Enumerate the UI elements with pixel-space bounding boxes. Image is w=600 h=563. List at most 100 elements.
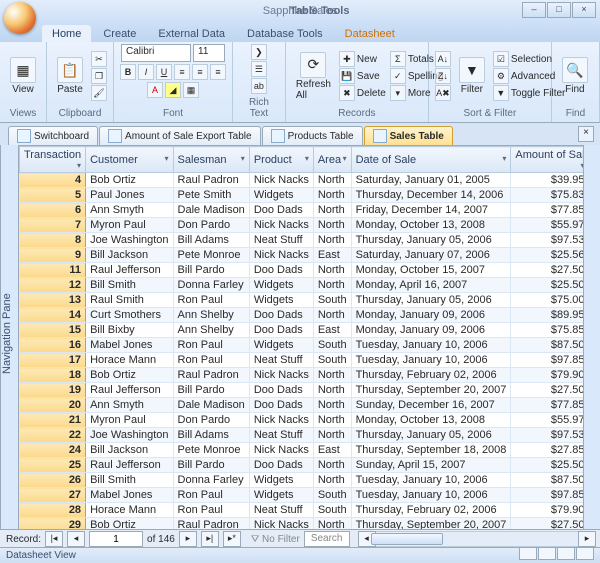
indent-button[interactable]: ❯ (251, 44, 267, 60)
cell[interactable]: Bill Pardo (173, 263, 249, 278)
delete-record-button[interactable]: ✖Delete (339, 85, 386, 101)
refresh-button[interactable]: ⟳Refresh All (292, 50, 335, 103)
record-number-input[interactable] (89, 531, 143, 547)
new-record-button[interactable]: ✚New (339, 51, 386, 67)
save-record-button[interactable]: 💾Save (339, 68, 386, 84)
cell[interactable]: Doo Dads (249, 263, 313, 278)
cell[interactable]: Ann Shelby (173, 308, 249, 323)
cell[interactable]: Thursday, January 05, 2006 (351, 293, 511, 308)
column-header[interactable]: Transaction▾ (20, 147, 86, 173)
cell[interactable]: Curt Smothers (86, 308, 173, 323)
cell[interactable]: North (313, 188, 351, 203)
cell[interactable]: Bill Jackson (86, 248, 173, 263)
cell[interactable]: Ron Paul (173, 293, 249, 308)
table-row[interactable]: 19Raul JeffersonBill PardoDoo DadsNorthT… (20, 383, 585, 398)
cell[interactable]: Doo Dads (249, 308, 313, 323)
cell[interactable]: 14 (20, 308, 86, 323)
column-header[interactable]: Salesman▾ (173, 147, 249, 173)
cell[interactable]: $79.90 (511, 368, 584, 383)
cell[interactable]: 22 (20, 428, 86, 443)
prev-record-button[interactable]: ◂ (67, 531, 85, 547)
cell[interactable]: Ann Smyth (86, 398, 173, 413)
table-row[interactable]: 18Bob OrtizRaul PadronNick NacksNorthThu… (20, 368, 585, 383)
table-row[interactable]: 5Paul JonesPete SmithWidgetsNorthThursda… (20, 188, 585, 203)
cell[interactable]: $55.97 (511, 218, 584, 233)
cell[interactable]: Thursday, January 05, 2006 (351, 233, 511, 248)
font-name-select[interactable]: Calibri (121, 44, 191, 62)
doc-tab-switchboard[interactable]: Switchboard (8, 126, 98, 145)
cell[interactable]: Horace Mann (86, 353, 173, 368)
cell[interactable]: Neat Stuff (249, 353, 313, 368)
cell[interactable]: Widgets (249, 278, 313, 293)
cell[interactable]: $75.85 (511, 323, 584, 338)
cell[interactable]: 7 (20, 218, 86, 233)
cell[interactable]: North (313, 413, 351, 428)
ribbon-tab-create[interactable]: Create (93, 25, 146, 42)
cell[interactable]: 17 (20, 353, 86, 368)
cell[interactable]: Bill Adams (173, 428, 249, 443)
format-painter-icon[interactable]: 🖌 (91, 85, 107, 101)
cell[interactable]: Nick Nacks (249, 248, 313, 263)
ribbon-tab-home[interactable]: Home (42, 25, 91, 42)
sort-asc-button[interactable]: A↓ (435, 51, 451, 67)
filter-button[interactable]: ▼Filter (455, 55, 489, 97)
vertical-scrollbar[interactable] (583, 145, 600, 530)
cell[interactable]: Saturday, January 01, 2005 (351, 173, 511, 188)
cell[interactable]: $75.00 (511, 293, 584, 308)
cell[interactable]: North (313, 203, 351, 218)
cell[interactable]: Neat Stuff (249, 233, 313, 248)
doc-tab-amount-of-sale-export-table[interactable]: Amount of Sale Export Table (99, 126, 261, 145)
cell[interactable]: Bob Ortiz (86, 173, 173, 188)
table-row[interactable]: 11Raul JeffersonBill PardoDoo DadsNorthM… (20, 263, 585, 278)
cell[interactable]: North (313, 173, 351, 188)
cell[interactable]: Nick Nacks (249, 443, 313, 458)
cell[interactable]: Saturday, January 07, 2006 (351, 248, 511, 263)
list-button[interactable]: ☰ (251, 61, 267, 77)
cell[interactable]: $25.56 (511, 248, 584, 263)
cell[interactable]: 5 (20, 188, 86, 203)
cell[interactable]: Doo Dads (249, 398, 313, 413)
cell[interactable]: North (313, 218, 351, 233)
table-row[interactable]: 26Bill SmithDonna FarleyWidgetsNorthTues… (20, 473, 585, 488)
cell[interactable]: $27.85 (511, 443, 584, 458)
cell[interactable]: Tuesday, January 10, 2006 (351, 353, 511, 368)
cell[interactable]: Monday, April 16, 2007 (351, 278, 511, 293)
cell[interactable]: Monday, October 13, 2008 (351, 218, 511, 233)
cell[interactable]: Don Pardo (173, 218, 249, 233)
cell[interactable]: North (313, 233, 351, 248)
cell[interactable]: Bill Jackson (86, 443, 173, 458)
cell[interactable]: Sunday, December 16, 2007 (351, 398, 511, 413)
cell[interactable]: Ann Shelby (173, 323, 249, 338)
cell[interactable]: $25.50 (511, 278, 584, 293)
cell[interactable]: Monday, January 09, 2006 (351, 308, 511, 323)
ribbon-tab-datasheet[interactable]: Datasheet (335, 25, 405, 42)
view-switcher[interactable] (518, 547, 594, 563)
cell[interactable]: Thursday, December 14, 2006 (351, 188, 511, 203)
cell[interactable]: 28 (20, 503, 86, 518)
cell[interactable]: Tuesday, January 10, 2006 (351, 473, 511, 488)
find-button[interactable]: 🔍Find (558, 55, 592, 97)
align-center-button[interactable]: ≡ (192, 64, 208, 80)
cell[interactable]: 26 (20, 473, 86, 488)
cell[interactable]: Mabel Jones (86, 338, 173, 353)
cell[interactable]: Mabel Jones (86, 488, 173, 503)
cell[interactable]: 9 (20, 248, 86, 263)
cell[interactable]: Nick Nacks (249, 413, 313, 428)
close-button[interactable]: × (572, 2, 596, 18)
sort-desc-button[interactable]: Z↓ (435, 68, 451, 84)
table-row[interactable]: 14Curt SmothersAnn ShelbyDoo DadsNorthMo… (20, 308, 585, 323)
cell[interactable]: Thursday, February 02, 2006 (351, 368, 511, 383)
cell[interactable]: $27.50 (511, 263, 584, 278)
cell[interactable]: Ann Smyth (86, 203, 173, 218)
cell[interactable]: $87.50 (511, 473, 584, 488)
table-row[interactable]: 13Raul SmithRon PaulWidgetsSouthThursday… (20, 293, 585, 308)
column-header[interactable]: Customer▾ (86, 147, 173, 173)
cell[interactable]: Raul Padron (173, 173, 249, 188)
cell[interactable]: South (313, 503, 351, 518)
cell[interactable]: $77.85 (511, 398, 584, 413)
minimize-button[interactable]: – (522, 2, 546, 18)
table-row[interactable]: 24Bill JacksonPete MonroeNick NacksEastT… (20, 443, 585, 458)
cell[interactable]: Tuesday, January 10, 2006 (351, 338, 511, 353)
close-tab-button[interactable]: × (578, 126, 594, 142)
cell[interactable]: Joe Washington (86, 428, 173, 443)
